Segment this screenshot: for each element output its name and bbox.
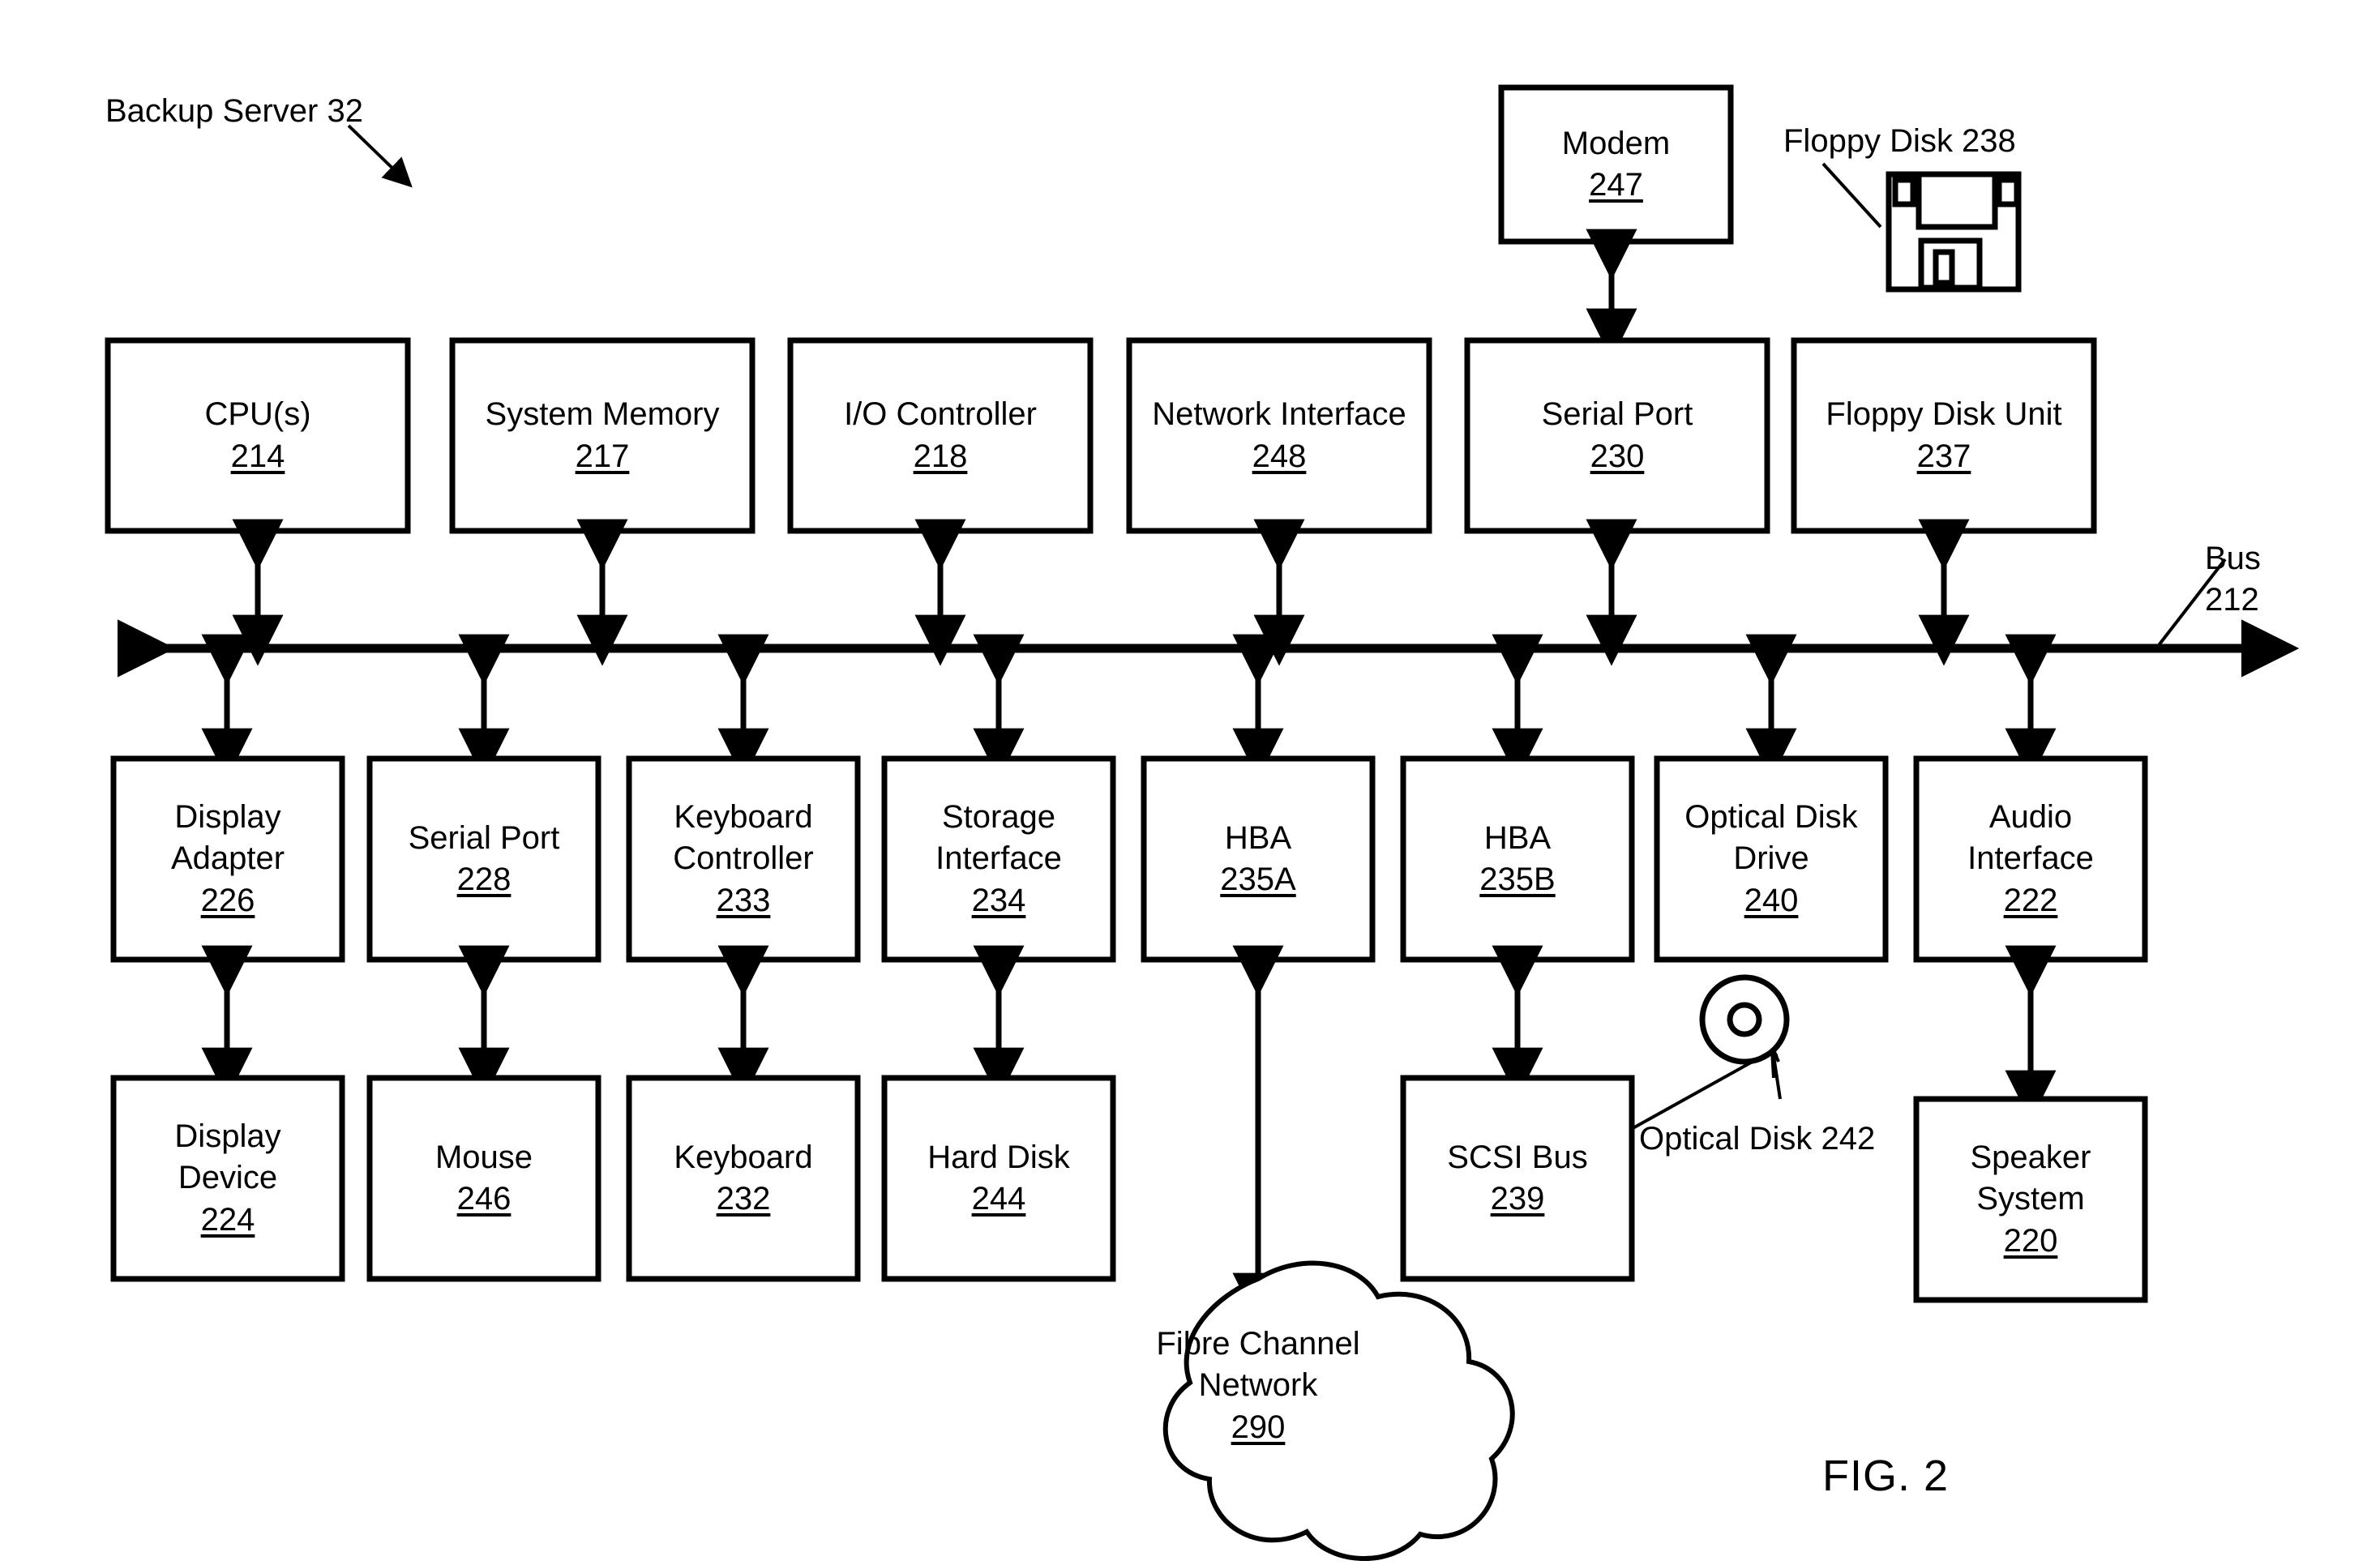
box-serial-port-228 <box>366 755 601 963</box>
callout-optical-disk: Optical Disk 242 <box>1639 1121 1876 1157</box>
box-system-memory <box>449 337 756 534</box>
box-speaker-system <box>1913 1096 2148 1303</box>
bus-callout-leader <box>2155 558 2227 650</box>
box-serial-port-230 <box>1464 337 1770 534</box>
box-mouse <box>366 1075 601 1282</box>
box-keyboard-controller <box>626 755 861 963</box>
box-modem <box>1498 84 1734 245</box>
figure-caption: FIG. 2 <box>1822 1452 1950 1500</box>
box-keyboard <box>626 1075 861 1282</box>
floppy-disk-icon <box>1886 171 2022 293</box>
box-hard-disk <box>881 1075 1116 1282</box>
box-display-device <box>110 1075 345 1282</box>
box-floppy-disk-unit <box>1791 337 2097 534</box>
callout-floppy-disk: Floppy Disk 238 <box>1783 123 2016 159</box>
box-network-interface <box>1126 337 1432 534</box>
box-optical-disk-drive <box>1654 755 1889 963</box>
box-scsi-bus <box>1400 1075 1635 1282</box>
box-display-adapter <box>110 755 345 963</box>
box-storage-interface <box>881 755 1116 963</box>
box-cpu <box>105 337 411 534</box>
cloud-fibre-channel <box>1162 1260 1515 1561</box>
box-hba-235a <box>1141 755 1376 963</box>
box-audio-interface <box>1913 755 2148 963</box>
title-pointer-arrow <box>347 124 413 188</box>
patent-figure-canvas: Backup Server 32 Modem 247 Floppy Disk 2… <box>0 0 2380 1565</box>
box-io-controller <box>787 337 1094 534</box>
figure-title-label: Backup Server 32 <box>105 93 363 129</box>
box-hba-235b <box>1400 755 1635 963</box>
diagram-vector-layer <box>105 84 2300 1561</box>
floppy-callout-leader <box>1821 162 1882 229</box>
